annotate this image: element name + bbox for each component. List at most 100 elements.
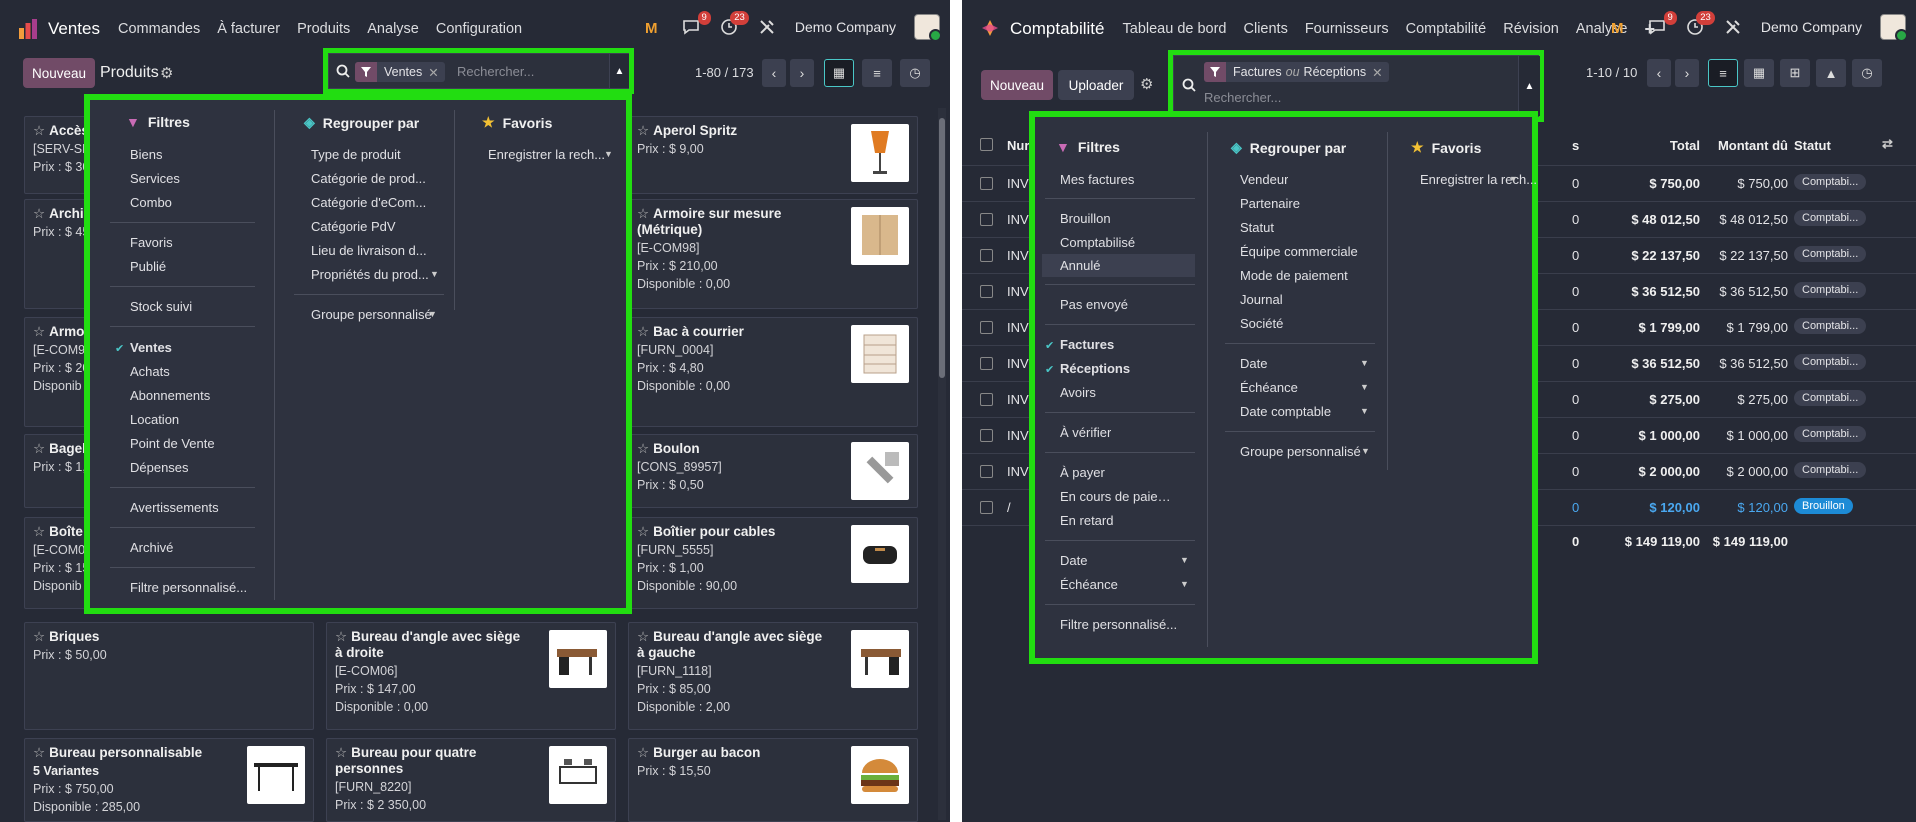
scrollbar-thumb[interactable]	[939, 118, 945, 378]
search-input[interactable]: Rechercher...	[1204, 90, 1281, 105]
app-name[interactable]: Ventes	[48, 19, 100, 39]
search-bar[interactable]: Ventes ✕ Rechercher... ▲	[328, 53, 629, 89]
filter-item[interactable]: Combo	[130, 195, 172, 210]
groupby-item[interactable]: Catégorie de prod...	[311, 171, 429, 186]
menu-produits[interactable]: Produits	[297, 21, 350, 37]
star-icon[interactable]: ☆	[33, 123, 45, 138]
star-icon[interactable]: ☆	[637, 324, 649, 339]
kanban-card[interactable]: ☆ Briques Prix : $ 50,00	[24, 622, 314, 730]
chat-icon[interactable]: 9	[681, 11, 711, 37]
kanban-card[interactable]: ☆ Bureau personnalisable 5 Variantes Prix…	[24, 738, 314, 822]
activity-view-button[interactable]: ◷	[1852, 59, 1882, 87]
search-facet[interactable]: Ventes ✕	[355, 62, 445, 82]
groupby-item[interactable]: Vendeur	[1240, 172, 1288, 187]
search-bar[interactable]: Factures ou Réceptions ✕ Rechercher... ▲	[1173, 55, 1540, 117]
groupby-item[interactable]: Statut	[1240, 220, 1274, 235]
filter-item[interactable]: Stock suivi	[130, 299, 192, 314]
filter-item[interactable]: Abonnements	[130, 388, 210, 403]
filter-item[interactable]: Comptabilisé	[1060, 235, 1135, 250]
filter-item[interactable]: Archivé	[130, 540, 173, 555]
custom-filter-item[interactable]: Filtre personnalisé...	[130, 580, 247, 595]
column-number[interactable]: Nur	[1007, 138, 1029, 153]
row-checkbox[interactable]	[980, 321, 993, 334]
groupby-item[interactable]: Partenaire	[1240, 196, 1300, 211]
pager-next-button[interactable]: ›	[1675, 59, 1699, 87]
filter-item[interactable]: En retard	[1060, 513, 1113, 528]
menu-commandes[interactable]: Commandes	[118, 21, 200, 37]
filter-item[interactable]: Brouillon	[1060, 211, 1111, 226]
tools-icon[interactable]	[757, 17, 777, 37]
column-s[interactable]: s	[1572, 138, 1579, 153]
search-dropdown-toggle[interactable]: ▲	[609, 54, 629, 88]
pager-value[interactable]: 1-80 / 173	[695, 65, 754, 80]
pager-value[interactable]: 1-10 / 10	[1586, 65, 1637, 80]
select-all-checkbox[interactable]	[980, 138, 993, 151]
search-icon[interactable]	[336, 64, 350, 81]
kanban-card[interactable]: ☆ Bureau d'angle avec siège à gauche [FUR…	[628, 622, 918, 730]
pager-next-button[interactable]: ›	[790, 59, 814, 87]
star-icon[interactable]: ☆	[33, 324, 45, 339]
filter-item[interactable]: Services	[130, 171, 180, 186]
kanban-card[interactable]: ☆ Aperol Spritz Prix : $ 9,00	[628, 116, 918, 194]
star-icon[interactable]: ☆	[637, 745, 649, 760]
gear-icon[interactable]: ⚙	[160, 64, 173, 82]
menu-fournisseurs[interactable]: Fournisseurs	[1305, 21, 1389, 37]
filter-item[interactable]: À payer	[1060, 465, 1105, 480]
list-view-button[interactable]: ≡	[1708, 59, 1738, 87]
filter-item[interactable]: Location	[130, 412, 179, 427]
groupby-item[interactable]: Catégorie PdV	[311, 219, 429, 234]
filter-item[interactable]: Dépenses	[130, 460, 189, 475]
groupby-item[interactable]: Journal	[1240, 292, 1283, 307]
gear-icon[interactable]: ⚙	[1140, 75, 1153, 93]
menu-clients[interactable]: Clients	[1244, 21, 1288, 37]
activity-clock-icon[interactable]: 23	[1685, 11, 1715, 37]
pager-prev-button[interactable]: ‹	[1647, 59, 1671, 87]
user-avatar[interactable]	[1880, 14, 1908, 42]
filter-item[interactable]: Point de Vente	[130, 436, 215, 451]
save-search-item[interactable]: Enregistrer la rech...	[488, 147, 605, 162]
debug-icon[interactable]: M	[1609, 17, 1629, 37]
groupby-item[interactable]: Date	[1240, 356, 1267, 371]
star-icon[interactable]: ☆	[637, 524, 649, 539]
star-icon[interactable]: ☆	[637, 123, 649, 138]
row-checkbox[interactable]	[980, 213, 993, 226]
groupby-item[interactable]: Équipe commerciale	[1240, 244, 1358, 259]
star-icon[interactable]: ☆	[335, 745, 347, 760]
new-button[interactable]: Nouveau	[23, 58, 95, 88]
row-checkbox[interactable]	[980, 465, 993, 478]
column-total[interactable]: Total	[1620, 138, 1700, 153]
menu-revision[interactable]: Révision	[1503, 21, 1559, 37]
new-button[interactable]: Nouveau	[981, 70, 1053, 100]
remove-facet-icon[interactable]: ✕	[1372, 65, 1382, 80]
search-facet[interactable]: Factures ou Réceptions ✕	[1204, 62, 1389, 82]
debug-icon[interactable]: M	[643, 17, 663, 37]
filter-item[interactable]: À vérifier	[1060, 425, 1111, 440]
company-switcher[interactable]: Demo Company	[795, 19, 896, 35]
sales-app-icon[interactable]	[18, 18, 38, 40]
star-icon[interactable]: ☆	[637, 206, 649, 221]
chat-icon[interactable]: 9	[1647, 11, 1677, 37]
column-settings-icon[interactable]: ⇄	[1882, 136, 1893, 152]
star-icon[interactable]: ☆	[33, 206, 45, 221]
kanban-card[interactable]: ☆ Armoire sur mesure (Métrique) [E-COM98]…	[628, 199, 918, 309]
save-search-item[interactable]: Enregistrer la rech...	[1420, 172, 1537, 187]
kanban-card[interactable]: ☆ Bureau d'angle avec siège à droite [E-C…	[326, 622, 616, 730]
column-status[interactable]: Statut	[1794, 138, 1831, 153]
filter-item[interactable]: Échéance	[1060, 577, 1118, 592]
menu-comptabilite[interactable]: Comptabilité	[1406, 21, 1487, 37]
menu-configuration[interactable]: Configuration	[436, 21, 522, 37]
kanban-card[interactable]: ☆ Burger au bacon Prix : $ 15,50	[628, 738, 918, 822]
star-icon[interactable]: ☆	[637, 441, 649, 456]
menu-analyse[interactable]: Analyse	[367, 21, 419, 37]
user-avatar[interactable]	[914, 14, 942, 42]
menu-tableau-de-bord[interactable]: Tableau de bord	[1123, 21, 1227, 37]
filter-item[interactable]: En cours de paiem...	[1060, 489, 1178, 504]
groupby-item[interactable]: Échéance	[1240, 380, 1298, 395]
groupby-item[interactable]: Type de produit	[311, 147, 429, 162]
filter-item[interactable]: Avertissements	[130, 500, 219, 515]
filter-item-active[interactable]: Ventes	[130, 340, 172, 355]
filter-item[interactable]: Achats	[130, 364, 170, 379]
tools-icon[interactable]	[1723, 17, 1743, 37]
groupby-item[interactable]: Date comptable	[1240, 404, 1331, 419]
filter-item[interactable]: Publié	[130, 259, 166, 274]
